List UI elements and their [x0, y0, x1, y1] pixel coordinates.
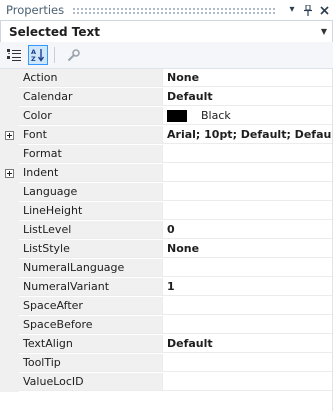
property-name[interactable]: TextAlign: [19, 335, 163, 353]
property-value[interactable]: [163, 202, 333, 220]
property-value[interactable]: Arial; 10pt; Default; Default; Default: [163, 126, 333, 144]
property-row[interactable]: SpaceBefore: [0, 316, 333, 335]
row-gutter: [0, 240, 19, 259]
properties-title-bar: Properties ▾: [0, 0, 333, 20]
property-row[interactable]: ListStyle None: [0, 240, 333, 259]
close-icon[interactable]: [317, 3, 331, 17]
property-value[interactable]: [163, 354, 333, 372]
property-value[interactable]: 0: [163, 221, 333, 239]
row-gutter[interactable]: [0, 164, 19, 183]
property-pages-wrench-icon[interactable]: [63, 45, 83, 65]
object-selector-dropdown[interactable]: Selected Text ▼: [0, 20, 333, 43]
row-gutter: [0, 183, 19, 202]
row-gutter: [0, 354, 19, 373]
row-gutter: [0, 88, 19, 107]
property-name[interactable]: SpaceBefore: [19, 316, 163, 334]
property-name[interactable]: Indent: [19, 164, 163, 182]
property-value[interactable]: [163, 297, 333, 315]
property-row[interactable]: Calendar Default: [0, 88, 333, 107]
property-name[interactable]: ValueLocID: [19, 373, 163, 391]
property-value[interactable]: [163, 316, 333, 334]
property-value[interactable]: None: [163, 240, 333, 258]
row-gutter: [0, 107, 19, 126]
toolbar-separator: [54, 47, 55, 63]
row-gutter: [0, 297, 19, 316]
row-gutter: [0, 221, 19, 240]
property-row[interactable]: Format: [0, 145, 333, 164]
property-name[interactable]: LineHeight: [19, 202, 163, 220]
property-row[interactable]: NumeralVariant 1: [0, 278, 333, 297]
property-row[interactable]: Action None: [0, 69, 333, 88]
property-name[interactable]: Format: [19, 145, 163, 163]
property-name[interactable]: Font: [19, 126, 163, 144]
selected-object-label: Selected Text: [9, 24, 100, 39]
property-name[interactable]: Action: [19, 69, 163, 87]
expand-plus-icon[interactable]: [5, 169, 14, 178]
property-name[interactable]: ListLevel: [19, 221, 163, 239]
row-gutter[interactable]: [0, 126, 19, 145]
property-row[interactable]: FontArial; 10pt; Default; Default; Defau…: [0, 126, 333, 145]
property-row[interactable]: LineHeight: [0, 202, 333, 221]
row-gutter: [0, 316, 19, 335]
property-row[interactable]: Indent: [0, 164, 333, 183]
row-gutter: [0, 202, 19, 221]
property-row[interactable]: ListLevel 0: [0, 221, 333, 240]
svg-text:Z: Z: [31, 55, 36, 62]
property-row[interactable]: Language: [0, 183, 333, 202]
property-grid: Action None Calendar Default Color Black Font A…: [0, 69, 333, 411]
property-row[interactable]: ValueLocID: [0, 373, 333, 392]
property-value[interactable]: [163, 164, 333, 182]
alphabetical-sort-button[interactable]: A Z: [28, 45, 48, 65]
property-value[interactable]: None: [163, 69, 333, 87]
property-value[interactable]: [163, 183, 333, 201]
property-row[interactable]: NumeralLanguage: [0, 259, 333, 278]
property-value[interactable]: [163, 259, 333, 277]
categorized-view-button[interactable]: [4, 45, 24, 65]
color-swatch: [167, 109, 187, 122]
property-value[interactable]: [163, 145, 333, 163]
row-gutter: [0, 335, 19, 354]
property-name[interactable]: Language: [19, 183, 163, 201]
property-value[interactable]: Default: [163, 88, 333, 106]
property-name[interactable]: ListStyle: [19, 240, 163, 258]
property-value[interactable]: 1: [163, 278, 333, 296]
chevron-down-icon[interactable]: ▼: [318, 27, 330, 36]
properties-toolbar: A Z: [0, 42, 333, 69]
property-value[interactable]: Black: [163, 107, 333, 125]
row-gutter: [0, 373, 19, 392]
property-name[interactable]: NumeralLanguage: [19, 259, 163, 277]
row-gutter: [0, 278, 19, 297]
row-gutter: [0, 145, 19, 164]
window-position-dropdown-icon[interactable]: ▾: [285, 3, 299, 17]
property-value[interactable]: [163, 373, 333, 391]
panel-title: Properties: [6, 3, 65, 17]
property-row[interactable]: SpaceAfter: [0, 297, 333, 316]
expand-plus-icon[interactable]: [5, 131, 14, 140]
title-grip[interactable]: [72, 6, 277, 14]
property-name[interactable]: Calendar: [19, 88, 163, 106]
property-name[interactable]: Color: [19, 107, 163, 125]
auto-hide-pin-icon[interactable]: [301, 3, 315, 17]
property-row[interactable]: Color Black: [0, 107, 333, 126]
property-name[interactable]: NumeralVariant: [19, 278, 163, 296]
color-value-text: Black: [201, 108, 231, 122]
property-name[interactable]: ToolTip: [19, 354, 163, 372]
property-name[interactable]: SpaceAfter: [19, 297, 163, 315]
property-value[interactable]: Default: [163, 335, 333, 353]
row-gutter: [0, 259, 19, 278]
property-row[interactable]: ToolTip: [0, 354, 333, 373]
row-gutter: [0, 69, 19, 88]
property-row[interactable]: TextAlign Default: [0, 335, 333, 354]
